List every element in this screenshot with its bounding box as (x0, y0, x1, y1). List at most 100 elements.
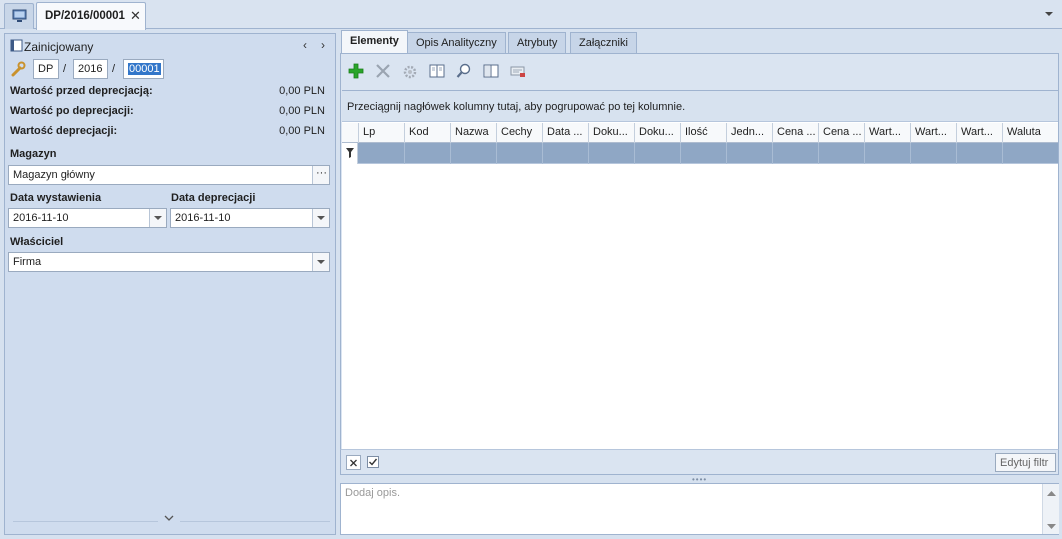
number-value: 00001 (128, 63, 161, 75)
add-icon[interactable] (347, 62, 365, 80)
filter-cell[interactable] (680, 143, 726, 164)
column-header-nazwa[interactable]: Nazwa (450, 123, 496, 143)
issue-date-label: Data wystawienia (10, 192, 102, 204)
ellipsis-icon: ··· (316, 167, 327, 179)
column-header-cechy[interactable]: Cechy (496, 123, 542, 143)
filter-cell[interactable] (818, 143, 864, 164)
warehouse-browse-button[interactable]: ··· (312, 166, 329, 184)
tab-zalaczniki[interactable]: Załączniki (570, 32, 637, 53)
value-before-amount: 0,00 PLN (279, 85, 325, 97)
owner-value: Firma (13, 256, 42, 268)
filter-bar: Edytuj filtr (340, 449, 1059, 475)
elements-panel: Przeciągnij nagłówek kolumny tutaj, aby … (340, 53, 1059, 475)
value-depreciation-amount: 0,00 PLN (279, 125, 325, 137)
book-open-icon[interactable] (482, 62, 500, 80)
column-header-data[interactable]: Data ... (542, 123, 588, 143)
chevron-up-icon[interactable] (1047, 490, 1056, 496)
filter-cell[interactable] (864, 143, 910, 164)
filter-cell[interactable] (588, 143, 634, 164)
group-by-area[interactable]: Przeciągnij nagłówek kolumny tutaj, aby … (342, 91, 1058, 122)
number-year-field[interactable]: 2016 (73, 59, 108, 79)
value-after-label: Wartość po deprecjacji: (10, 105, 134, 117)
number-series-field[interactable]: DP (33, 59, 59, 79)
search-icon[interactable] (455, 62, 473, 80)
filter-cell[interactable] (634, 143, 680, 164)
column-header-cena-1[interactable]: Cena ... (772, 123, 818, 143)
column-header-cena-2[interactable]: Cena ... (818, 123, 864, 143)
value-before-label: Wartość przed deprecjacją: (10, 85, 153, 97)
close-icon[interactable]: ✕ (130, 8, 141, 24)
depreciation-date-label: Data deprecjacji (171, 192, 256, 204)
filter-indicator-cell (342, 143, 358, 164)
filter-cell[interactable] (1002, 143, 1058, 164)
document-tab-label: DP/2016/00001 (45, 10, 125, 22)
owner-field[interactable]: Firma (8, 252, 330, 272)
clear-filter-button[interactable] (346, 455, 361, 470)
elements-grid: Przeciągnij nagłówek kolumny tutaj, aby … (342, 90, 1058, 475)
number-separator: / (63, 63, 67, 75)
chevron-left-icon[interactable]: ‹ (303, 38, 307, 52)
collapse-divider (13, 521, 158, 522)
filter-cell[interactable] (956, 143, 1002, 164)
document-tab[interactable]: DP/2016/00001 ✕ (36, 2, 146, 30)
column-header-wartosc-3[interactable]: Wart... (956, 123, 1002, 143)
column-header-ilosc[interactable]: Ilość (680, 123, 726, 143)
filter-enabled-checkbox[interactable] (367, 456, 379, 468)
depreciation-date-field[interactable]: 2016-11-10 (170, 208, 330, 228)
filter-cell[interactable] (450, 143, 496, 164)
description-field[interactable]: Dodaj opis. (340, 483, 1059, 535)
document-tabstrip: DP/2016/00001 ✕ (0, 0, 1062, 30)
wrench-icon[interactable] (10, 61, 26, 77)
filter-cell[interactable] (542, 143, 588, 164)
home-tab[interactable] (4, 3, 34, 29)
collapse-divider (180, 521, 330, 522)
filter-cell[interactable] (404, 143, 450, 164)
value-depreciation-label: Wartość deprecjacji: (10, 125, 118, 137)
column-header-dokument-2[interactable]: Doku... (634, 123, 680, 143)
chevron-down-icon[interactable] (164, 515, 174, 522)
filter-cell[interactable] (910, 143, 956, 164)
issue-date-dropdown[interactable] (149, 209, 166, 227)
column-header-dokument-1[interactable]: Doku... (588, 123, 634, 143)
number-year-value: 2016 (78, 63, 103, 75)
column-header-jednostka[interactable]: Jedn... (726, 123, 772, 143)
chevron-down-icon[interactable] (1047, 524, 1056, 530)
column-header-wartosc-1[interactable]: Wart... (864, 123, 910, 143)
column-header-wartosc-2[interactable]: Wart... (910, 123, 956, 143)
tab-elementy[interactable]: Elementy (341, 30, 408, 54)
tab-atrybuty[interactable]: Atrybuty (508, 32, 567, 53)
filter-cell[interactable] (772, 143, 818, 164)
column-header-lp[interactable]: Lp (358, 123, 404, 143)
auto-filter-row[interactable] (342, 143, 1058, 164)
group-by-hint: Przeciągnij nagłówek kolumny tutaj, aby … (347, 101, 686, 113)
status-label: Zainicjowany (24, 40, 94, 54)
book-icon[interactable] (428, 62, 446, 80)
owner-label: Właściciel (10, 236, 64, 248)
check-icon (369, 458, 378, 466)
warehouse-label: Magazyn (10, 148, 57, 160)
issue-date-field[interactable]: 2016-11-10 (8, 208, 167, 228)
description-scrollbar[interactable] (1042, 484, 1059, 534)
export-icon[interactable] (509, 62, 527, 80)
tab-opis-analityczny[interactable]: Opis Analityczny (407, 32, 506, 53)
filter-icon (346, 148, 354, 158)
column-header-kod[interactable]: Kod (404, 123, 450, 143)
number-series-value: DP (38, 63, 54, 75)
edit-filter-button[interactable]: Edytuj filtr (995, 453, 1056, 472)
book-icon (10, 39, 23, 52)
column-header-row: Lp Kod Nazwa Cechy Data ... Doku... Doku… (342, 123, 1058, 143)
owner-dropdown[interactable] (312, 253, 329, 271)
chevron-down-icon (154, 216, 162, 220)
chevron-right-icon[interactable]: › (321, 38, 325, 52)
filter-cell[interactable] (496, 143, 542, 164)
warehouse-value: Magazyn główny (13, 169, 95, 181)
number-value-field[interactable]: 00001 (123, 59, 164, 79)
gear-icon[interactable] (401, 62, 419, 80)
chevron-down-icon[interactable] (1044, 10, 1054, 18)
column-header-waluta[interactable]: Waluta (1002, 123, 1058, 143)
issue-date-value: 2016-11-10 (13, 212, 69, 224)
warehouse-field[interactable]: Magazyn główny ··· (8, 165, 330, 185)
filter-cell[interactable] (726, 143, 772, 164)
depreciation-date-dropdown[interactable] (312, 209, 329, 227)
delete-icon[interactable] (374, 62, 392, 80)
